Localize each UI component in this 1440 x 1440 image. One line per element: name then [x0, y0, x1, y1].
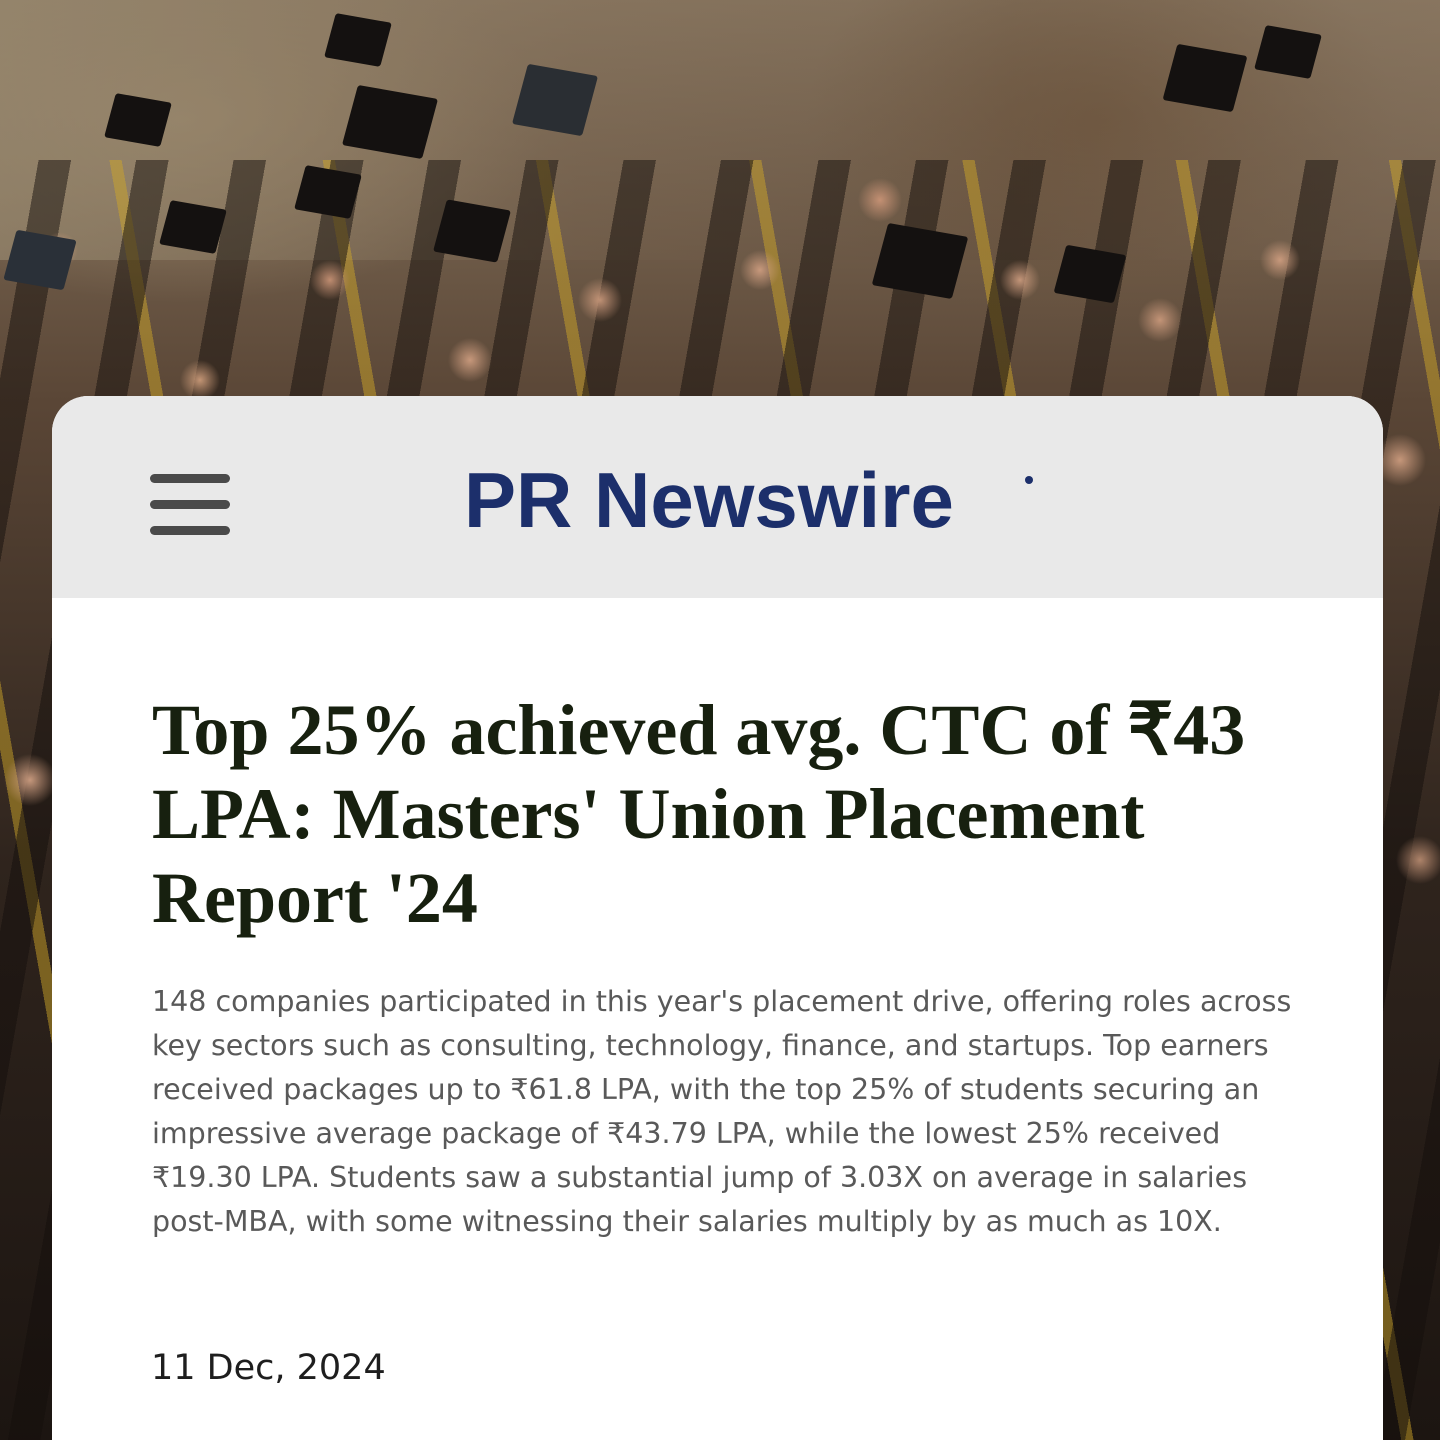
graduation-cap-icon: [871, 222, 969, 300]
article-date: 11 Dec, 2024: [151, 1348, 386, 1388]
graduation-cap-icon: [324, 13, 392, 67]
hamburger-menu-icon[interactable]: [150, 474, 232, 538]
graduation-cap-icon: [104, 93, 172, 147]
menu-bar: [150, 526, 230, 535]
graduation-cap-icon: [1254, 25, 1322, 79]
article-summary: 148 companies participated in this year'…: [152, 985, 1292, 1238]
graduation-cap-icon: [159, 200, 227, 254]
graduation-cap-icon: [3, 229, 77, 291]
graduation-cap-icon: [294, 165, 362, 219]
graduation-cap-icon: [1053, 244, 1127, 304]
graduation-cap-icon: [433, 199, 511, 263]
registered-mark-icon: [1025, 476, 1033, 484]
graduation-cap-icon: [1162, 43, 1248, 113]
pr-newswire-logo[interactable]: PR Newswire: [464, 460, 954, 540]
menu-bar: [150, 500, 230, 509]
menu-bar: [150, 474, 230, 483]
card-header: PR Newswire: [52, 396, 1383, 598]
article-card: PR Newswire Top 25% achieved avg. CTC of…: [52, 396, 1383, 1440]
article-headline[interactable]: Top 25% achieved avg. CTC of ₹43 LPA: Ma…: [152, 688, 1292, 940]
